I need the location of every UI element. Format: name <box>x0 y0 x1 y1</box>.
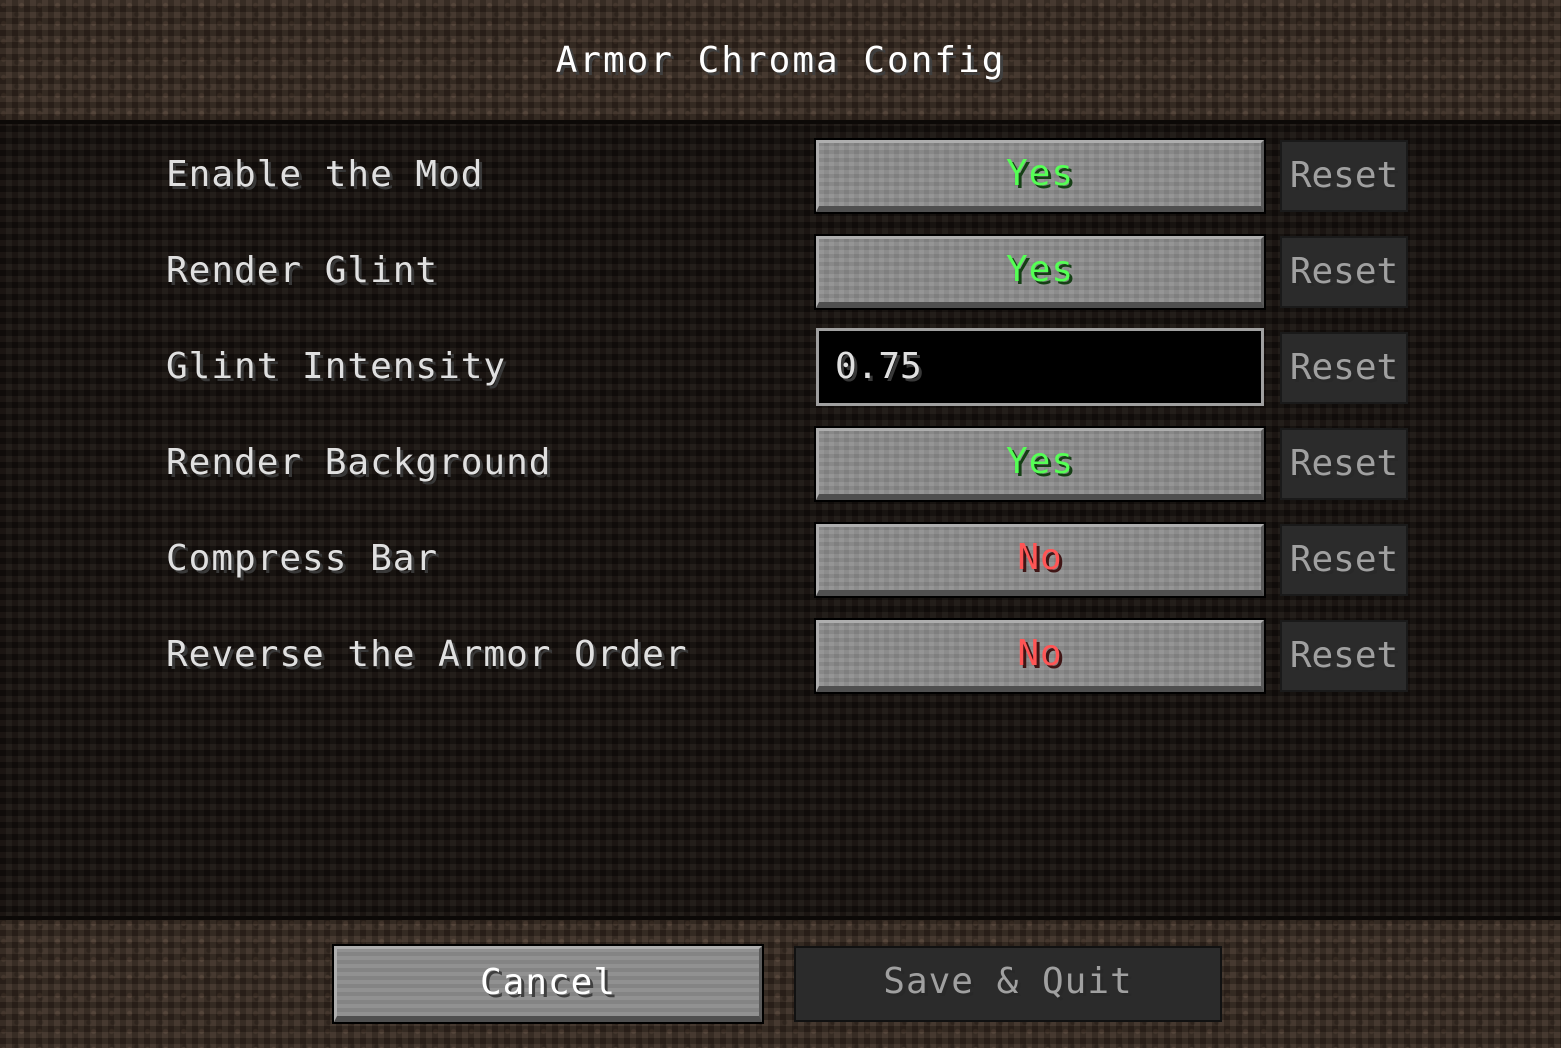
save-and-quit-button[interactable]: Save & Quit <box>794 946 1222 1022</box>
render-background-toggle[interactable]: Yes <box>814 426 1266 502</box>
option-label: Enable the Mod <box>166 154 484 195</box>
option-row-compress-bar: Compress Bar No Reset <box>0 522 1561 598</box>
config-screen: Armor Chroma Config Enable the Mod Yes R… <box>0 0 1561 1048</box>
option-row-render-background: Render Background Yes Reset <box>0 426 1561 502</box>
option-row-reverse-armor-order: Reverse the Armor Order No Reset <box>0 618 1561 694</box>
glint-intensity-reset-button[interactable]: Reset <box>1280 332 1408 404</box>
option-label: Render Background <box>166 442 552 483</box>
compress-bar-toggle[interactable]: No <box>814 522 1266 598</box>
option-row-enable-mod: Enable the Mod Yes Reset <box>0 138 1561 214</box>
option-row-render-glint: Render Glint Yes Reset <box>0 234 1561 310</box>
option-row-glint-intensity: Glint Intensity 0.75 Reset <box>0 328 1561 406</box>
render-glint-toggle[interactable]: Yes <box>814 234 1266 310</box>
render-glint-reset-button[interactable]: Reset <box>1280 236 1408 308</box>
enable-mod-toggle[interactable]: Yes <box>814 138 1266 214</box>
option-label: Render Glint <box>166 250 439 291</box>
enable-mod-reset-button[interactable]: Reset <box>1280 140 1408 212</box>
render-background-reset-button[interactable]: Reset <box>1280 428 1408 500</box>
cancel-button[interactable]: Cancel <box>332 944 764 1024</box>
reverse-armor-order-reset-button[interactable]: Reset <box>1280 620 1408 692</box>
glint-intensity-input[interactable]: 0.75 <box>816 328 1264 406</box>
option-label: Glint Intensity <box>166 346 507 387</box>
options-list[interactable]: Enable the Mod Yes Reset Render Glint Ye… <box>0 120 1561 920</box>
option-label: Compress Bar <box>166 538 439 579</box>
option-label: Reverse the Armor Order <box>166 634 688 675</box>
screen-title: Armor Chroma Config <box>555 40 1006 81</box>
compress-bar-reset-button[interactable]: Reset <box>1280 524 1408 596</box>
reverse-armor-order-toggle[interactable]: No <box>814 618 1266 694</box>
